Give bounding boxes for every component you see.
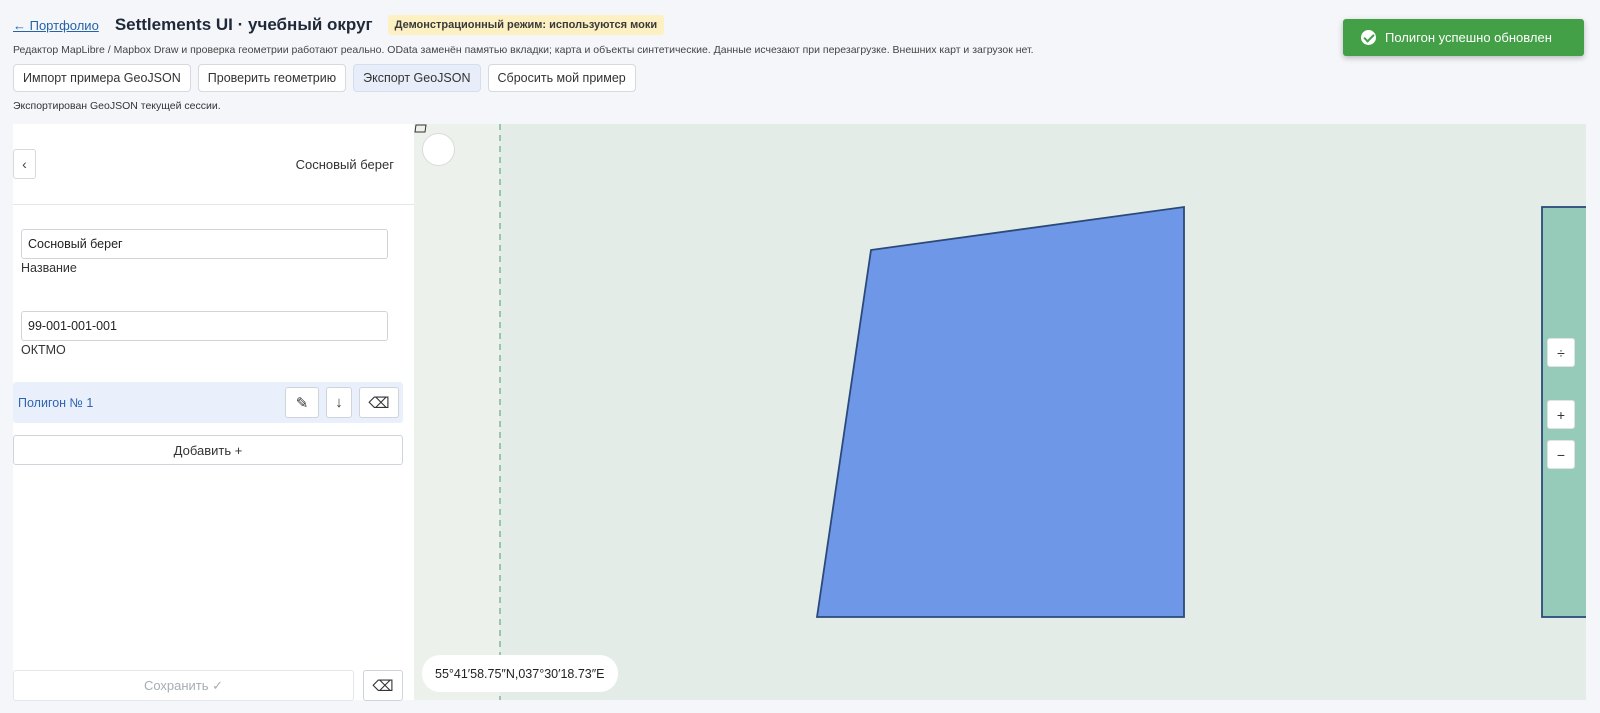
toast-message: Полигон успешно обновлен xyxy=(1385,30,1552,45)
zoom-out-button[interactable]: − xyxy=(1547,440,1575,469)
polygon-tool-icon[interactable] xyxy=(414,124,427,133)
polygon-list-item[interactable]: Полигон № 1 ✎ ↓ ⌫ xyxy=(13,382,403,423)
page-title: Settlements UI · учебный округ xyxy=(114,15,373,34)
sidebar-title: Сосновый берег xyxy=(295,157,394,172)
sidebar-header: ‹ Сосновый берег xyxy=(13,124,414,205)
delete-polygon-button[interactable]: ⌫ xyxy=(359,387,399,418)
compass-icon: ÷ xyxy=(1557,344,1565,361)
add-polygon-button[interactable]: Добавить + xyxy=(13,435,403,465)
check-circle-icon xyxy=(1361,30,1376,45)
coordinates-readout: 55°41′58.75″N,037°30′18.73″E xyxy=(422,655,618,692)
settlement-sidebar: ‹ Сосновый берег Название ОКТМО Полигон … xyxy=(13,124,414,701)
portfolio-back-link[interactable]: ← Портфолио xyxy=(13,18,99,33)
demo-mode-badge: Демонстрационный режим: используются мок… xyxy=(387,15,665,35)
settlement-polygon xyxy=(815,205,1185,618)
edit-polygon-button[interactable]: ✎ xyxy=(285,387,319,418)
minus-icon: − xyxy=(1556,446,1566,463)
name-field[interactable] xyxy=(21,229,388,259)
success-toast: Полигон успешно обновлен xyxy=(1343,19,1584,56)
back-button[interactable]: ‹ xyxy=(13,149,36,179)
backspace-icon: ⌫ xyxy=(368,394,390,412)
arrow-down-icon: ↓ xyxy=(335,394,343,411)
backspace-icon: ⌫ xyxy=(372,677,394,695)
export-geojson-button[interactable]: Экспорт GeoJSON xyxy=(353,64,481,92)
save-button[interactable]: Сохранить ✓ xyxy=(13,670,354,701)
oktmo-field[interactable] xyxy=(21,311,388,341)
zoom-in-button[interactable]: + xyxy=(1547,400,1575,429)
check-geometry-button[interactable]: Проверить геометрию xyxy=(197,64,347,92)
toolbar: Импорт примера GeoJSON Проверить геометр… xyxy=(13,64,636,92)
draw-point-tool[interactable] xyxy=(422,133,455,166)
page-subtitle: Редактор MapLibre / Mapbox Draw и провер… xyxy=(13,44,1034,56)
oktmo-label: ОКТМО xyxy=(21,343,66,357)
move-down-button[interactable]: ↓ xyxy=(326,387,352,418)
map-layer xyxy=(499,124,1586,700)
polygon-name[interactable]: Полигон № 1 xyxy=(18,396,285,410)
reset-sample-button[interactable]: Сбросить мой пример xyxy=(487,64,636,92)
chevron-left-icon: ‹ xyxy=(22,156,27,172)
plus-icon: + xyxy=(1556,406,1566,423)
pencil-icon: ✎ xyxy=(295,394,309,412)
map-canvas[interactable]: ÷ + − 55°41′58.75″N,037°30′18.73″E xyxy=(414,124,1586,700)
compass-button[interactable]: ÷ xyxy=(1547,338,1575,367)
delete-settlement-button[interactable]: ⌫ xyxy=(363,670,403,701)
name-label: Название xyxy=(21,261,77,275)
status-message: Экспортирован GeoJSON текущей сессии. xyxy=(13,100,221,112)
import-sample-geojson-button[interactable]: Импорт примера GeoJSON xyxy=(13,64,191,92)
